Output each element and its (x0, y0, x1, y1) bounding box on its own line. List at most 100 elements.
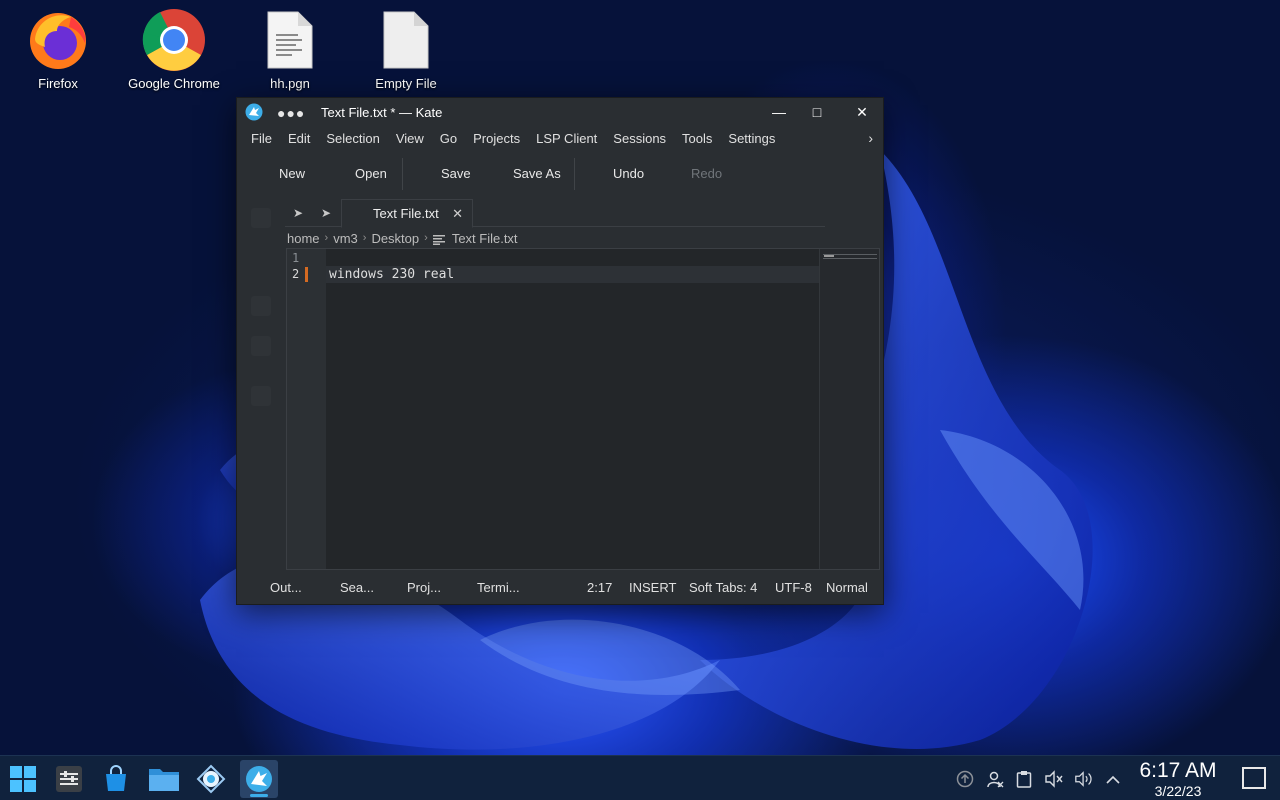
menu-selection[interactable]: Selection (318, 131, 387, 146)
taskbar: 6:17 AM 3/22/23 (0, 755, 1280, 800)
filesystem-panel-icon[interactable] (251, 336, 271, 356)
menu-lsp-client[interactable]: LSP Client (528, 131, 605, 146)
folder-icon (149, 769, 179, 791)
show-desktop-button[interactable] (1242, 767, 1266, 789)
desktop-icon-label: hh.pgn (270, 76, 310, 91)
desktop-icon-label: Empty File (375, 76, 437, 91)
cursor-position[interactable]: 2:17 (587, 580, 612, 595)
menu-view[interactable]: View (388, 131, 432, 146)
chevron-right-icon: › (324, 232, 329, 244)
line-number-gutter (287, 249, 326, 569)
search-panel-button[interactable]: Sea... (340, 580, 374, 595)
input-mode[interactable]: Normal (826, 580, 868, 595)
file-manager-task-button[interactable] (145, 760, 183, 798)
menu-sessions[interactable]: Sessions (605, 131, 674, 146)
desktop-icon-label: Firefox (38, 76, 78, 91)
code-line[interactable]: windows 230 real (329, 267, 454, 282)
kate-window[interactable]: ●●● Text File.txt * — Kate — □ ✕ File Ed… (236, 97, 884, 605)
blank-document-icon (374, 8, 438, 72)
open-button[interactable]: Open (333, 165, 387, 181)
maximize-button[interactable]: □ (806, 102, 828, 122)
main-toolbar: New Open Save Save As Undo Redo (237, 150, 883, 196)
menu-edit[interactable]: Edit (280, 131, 318, 146)
menu-tools[interactable]: Tools (674, 131, 720, 146)
edit-mode[interactable]: INSERT (629, 580, 676, 595)
tab-forward-arrow-icon[interactable]: ➤ (321, 206, 331, 220)
open-folder-icon (333, 165, 349, 181)
redo-icon (669, 165, 685, 181)
documents-panel-icon[interactable] (251, 208, 271, 228)
store-bag-icon (106, 765, 126, 791)
save-icon (419, 165, 435, 181)
menu-go[interactable]: Go (432, 131, 465, 146)
microphone-muted-tray-icon[interactable] (1044, 769, 1064, 789)
minimap-text (824, 255, 834, 257)
breadcrumb-file[interactable]: Text File.txt (452, 231, 518, 246)
menu-projects[interactable]: Projects (465, 131, 528, 146)
tab-label: Text File.txt (373, 206, 439, 221)
projects-panel-button[interactable]: Proj... (407, 580, 441, 595)
breadcrumb-vm3[interactable]: vm3 (333, 231, 358, 246)
status-bar: Out... Sea... Proj... Termi... 2:17 INSE… (237, 576, 883, 600)
line-number: 2 (292, 267, 300, 281)
output-panel-button[interactable]: Out... (270, 580, 302, 595)
firefox-icon (26, 8, 90, 72)
start-menu-button[interactable] (4, 760, 42, 798)
encoding-setting[interactable]: UTF-8 (775, 580, 812, 595)
chrome-icon (142, 8, 206, 72)
menu-file[interactable]: File (243, 131, 280, 146)
modified-line-marker (305, 267, 308, 282)
digital-clock[interactable]: 6:17 AM 3/22/23 (1130, 759, 1226, 799)
menu-overflow-chevron-icon[interactable]: › (868, 130, 873, 146)
close-button[interactable]: ✕ (851, 102, 873, 122)
window-menu-dots[interactable]: ●●● (277, 105, 305, 121)
desktop-icon-firefox[interactable]: Firefox (3, 8, 113, 91)
tab-bar: ➤ ➤ Text File.txt ✕ (285, 199, 825, 228)
clock-date: 3/22/23 (1154, 783, 1202, 799)
terminal-panel-button[interactable]: Termi... (477, 580, 520, 595)
save-button[interactable]: Save (419, 165, 471, 181)
undo-button[interactable]: Undo (591, 165, 644, 181)
desktop-icon-chrome[interactable]: Google Chrome (119, 8, 229, 91)
breadcrumb-home[interactable]: home (287, 231, 320, 246)
tray-expand-chevron-up-icon[interactable] (1103, 769, 1123, 789)
toolbar-separator (402, 158, 403, 190)
kate-app-icon[interactable] (245, 103, 263, 121)
text-file-icon (432, 233, 445, 245)
text-editor[interactable]: 1 2 windows 230 real (286, 248, 880, 570)
projects-panel-icon[interactable] (251, 296, 271, 316)
minimap-scrollbar[interactable] (819, 249, 879, 569)
git-panel-icon[interactable] (251, 386, 271, 406)
desktop-icon-hh-pgn[interactable]: hh.pgn (235, 8, 345, 91)
updates-tray-icon[interactable] (955, 769, 975, 789)
breadcrumb-desktop[interactable]: Desktop (371, 231, 419, 246)
window-title: Text File.txt * — Kate (321, 105, 443, 120)
redo-button[interactable]: Redo (669, 165, 722, 181)
chevron-right-icon: › (362, 232, 367, 244)
new-button[interactable]: New (257, 165, 305, 181)
minimize-button[interactable]: — (768, 102, 790, 122)
tab-back-arrow-icon[interactable]: ➤ (293, 206, 303, 220)
left-sidebar (237, 196, 285, 576)
user-status-tray-icon[interactable] (985, 769, 1005, 789)
new-document-icon (257, 165, 273, 181)
tab-close-icon[interactable]: ✕ (452, 206, 463, 222)
desktop-icon-label: Google Chrome (128, 76, 220, 91)
desktop-icon-empty-file[interactable]: Empty File (351, 8, 461, 91)
save-as-button[interactable]: Save As (491, 165, 561, 181)
plasma-icon (196, 764, 226, 794)
settings-task-button[interactable] (50, 760, 88, 798)
save-as-icon (491, 165, 507, 181)
discover-task-button[interactable] (192, 760, 230, 798)
kate-icon (246, 766, 272, 792)
chevron-right-icon: › (424, 232, 428, 244)
sliders-icon (56, 766, 82, 792)
tab-text-file[interactable]: Text File.txt ✕ (341, 199, 473, 228)
kate-task-button[interactable] (240, 760, 278, 798)
volume-tray-icon[interactable] (1074, 769, 1094, 789)
indentation-setting[interactable]: Soft Tabs: 4 (689, 580, 757, 595)
store-task-button[interactable] (97, 760, 135, 798)
menu-settings[interactable]: Settings (720, 131, 783, 146)
clipboard-tray-icon[interactable] (1014, 769, 1034, 789)
window-titlebar[interactable]: ●●● Text File.txt * — Kate — □ ✕ (237, 98, 883, 126)
